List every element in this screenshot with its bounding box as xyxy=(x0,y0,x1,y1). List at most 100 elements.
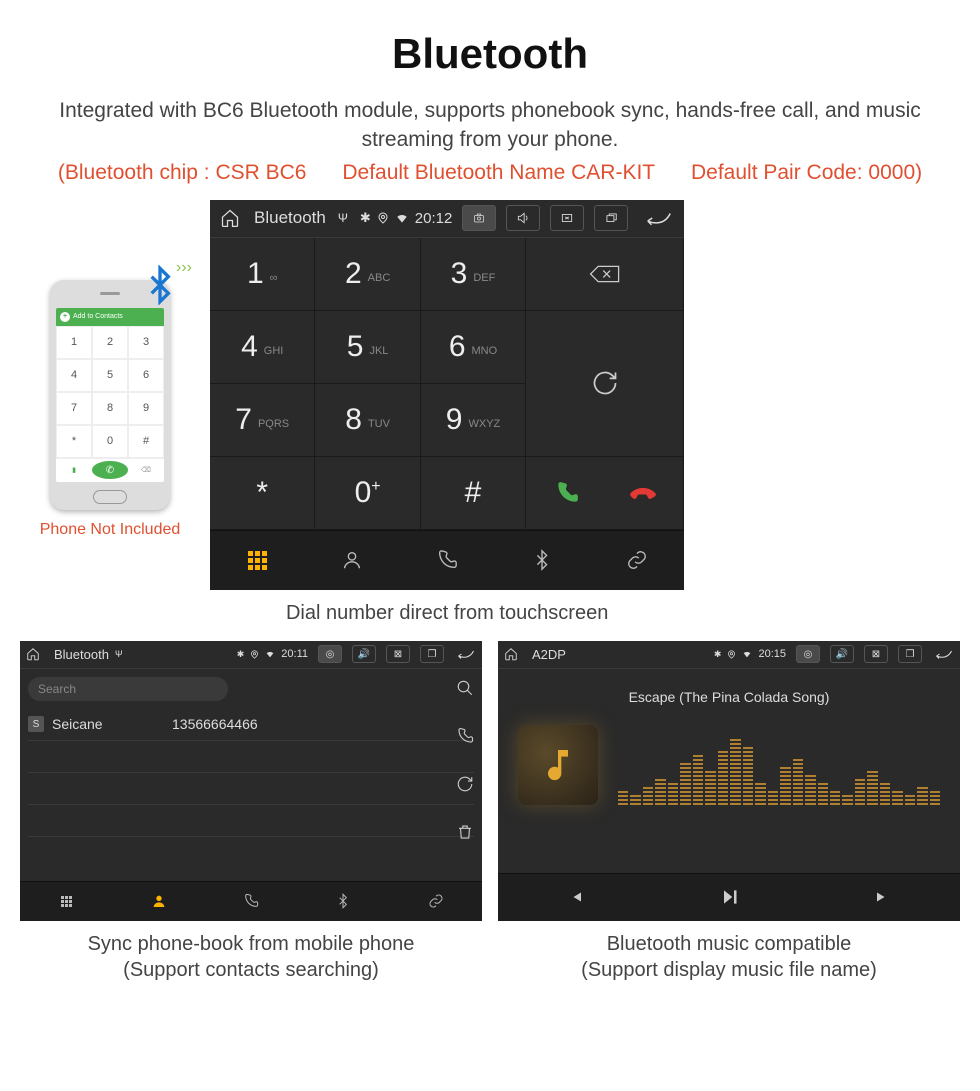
tab-history[interactable] xyxy=(400,531,495,590)
track-title: Escape (The Pina Colada Song) xyxy=(629,689,830,705)
link-icon xyxy=(626,549,648,571)
link-icon xyxy=(428,893,444,909)
screenshot-button[interactable] xyxy=(462,205,496,231)
volume-button[interactable]: 🔊 xyxy=(830,645,854,663)
key-4[interactable]: 4GHI xyxy=(210,311,315,384)
bluetooth-tab-icon xyxy=(531,549,553,571)
tab-history[interactable] xyxy=(205,882,297,921)
key-5[interactable]: 5JKL xyxy=(315,311,420,384)
person-icon xyxy=(341,549,363,571)
search-icon[interactable] xyxy=(456,679,474,697)
usb-icon: Ψ xyxy=(115,649,123,659)
wifi-icon xyxy=(742,649,752,659)
dialpad-icon xyxy=(61,896,72,907)
volume-button[interactable]: 🔊 xyxy=(352,645,376,663)
key-star[interactable]: * xyxy=(210,457,315,530)
phone-mockup: ››› Add to Contacts 123456789*0# ▮✆⌫ Pho… xyxy=(20,260,200,541)
phone-icon xyxy=(243,893,259,909)
specs-line: (Bluetooth chip : CSR BC6 Default Blueto… xyxy=(10,161,970,185)
tab-pair[interactable] xyxy=(390,882,482,921)
a2dp-screen: A2DP ✱ 20:15 ◎ 🔊 ⊠ ❐ Escape (The Pina Co… xyxy=(498,641,960,921)
dialer-caption: Dial number direct from touchscreen xyxy=(210,600,684,626)
tab-bluetooth[interactable] xyxy=(495,531,590,590)
key-6[interactable]: 6MNO xyxy=(421,311,526,384)
tab-pair[interactable] xyxy=(589,531,684,590)
close-button[interactable]: ⊠ xyxy=(864,645,888,663)
equalizer xyxy=(618,725,940,805)
recent-button[interactable]: ❐ xyxy=(420,645,444,663)
tab-contacts[interactable] xyxy=(112,882,204,921)
recent-button[interactable]: ❐ xyxy=(898,645,922,663)
call-button[interactable] xyxy=(554,480,580,506)
redial-button[interactable] xyxy=(526,311,684,457)
gps-icon xyxy=(377,212,389,224)
phonebook-screen: Bluetooth Ψ ✱ 20:11 ◎ 🔊 ⊠ ❐ Search S xyxy=(20,641,482,921)
screenshot-button[interactable]: ◎ xyxy=(796,645,820,663)
page-subtitle: Integrated with BC6 Bluetooth module, su… xyxy=(40,96,940,155)
spec-code: Default Pair Code: 0000) xyxy=(691,161,922,184)
clock: 20:15 xyxy=(758,648,786,660)
recent-button[interactable] xyxy=(594,205,628,231)
bt-status-icon: ✱ xyxy=(360,210,371,226)
call-hangup-row xyxy=(526,457,684,530)
home-icon[interactable] xyxy=(504,647,518,661)
key-3[interactable]: 3DEF xyxy=(421,238,526,311)
volume-button[interactable] xyxy=(506,205,540,231)
add-contacts-bar: Add to Contacts xyxy=(56,308,164,326)
clock: 20:12 xyxy=(415,210,453,227)
hangup-button[interactable] xyxy=(630,480,656,506)
key-0[interactable]: 0+ xyxy=(315,457,420,530)
key-8[interactable]: 8TUV xyxy=(315,384,420,457)
gps-icon xyxy=(727,650,736,659)
bluetooth-tab-icon xyxy=(335,893,351,909)
dialpad-icon xyxy=(248,551,267,570)
contact-name: Seicane xyxy=(52,716,172,732)
search-input[interactable]: Search xyxy=(28,677,228,701)
phonebook-caption: Sync phone-book from mobile phone(Suppor… xyxy=(20,931,482,983)
back-button[interactable] xyxy=(456,648,476,660)
call-icon[interactable] xyxy=(456,727,474,745)
bt-status-icon: ✱ xyxy=(714,649,722,660)
status-bar: Bluetooth Ψ ✱ 20:12 xyxy=(210,200,684,238)
status-title: Bluetooth xyxy=(54,647,109,662)
sync-icon[interactable] xyxy=(456,775,474,793)
key-7[interactable]: 7PQRS xyxy=(210,384,315,457)
close-button[interactable] xyxy=(550,205,584,231)
tab-dialpad[interactable] xyxy=(210,531,305,590)
page-title: Bluetooth xyxy=(10,30,970,78)
home-icon[interactable] xyxy=(220,208,240,228)
play-pause-button[interactable] xyxy=(652,874,806,921)
spec-chip: (Bluetooth chip : CSR BC6 xyxy=(58,161,307,184)
back-button[interactable] xyxy=(644,209,674,227)
contact-number: 13566664466 xyxy=(172,716,258,732)
next-button[interactable] xyxy=(806,874,960,921)
key-hash[interactable]: # xyxy=(421,457,526,530)
key-2[interactable]: 2ABC xyxy=(315,238,420,311)
key-9[interactable]: 9WXYZ xyxy=(421,384,526,457)
wifi-icon xyxy=(395,211,409,225)
phone-icon xyxy=(436,549,458,571)
dialer-screen: Bluetooth Ψ ✱ 20:12 1∞ 2ABC 3DEF xyxy=(210,200,684,590)
tab-bluetooth[interactable] xyxy=(297,882,389,921)
status-title: A2DP xyxy=(532,647,566,662)
home-icon[interactable] xyxy=(26,647,40,661)
clock: 20:11 xyxy=(281,648,308,660)
tab-contacts[interactable] xyxy=(305,531,400,590)
a2dp-caption: Bluetooth music compatible(Support displ… xyxy=(498,931,960,983)
contact-row[interactable]: S Seicane 13566664466 xyxy=(28,709,474,741)
key-1[interactable]: 1∞ xyxy=(210,238,315,311)
delete-icon[interactable] xyxy=(456,823,474,841)
bt-status-icon: ✱ xyxy=(237,649,245,660)
tab-dialpad[interactable] xyxy=(20,882,112,921)
empty-row xyxy=(28,741,474,773)
bluetooth-icon: ››› xyxy=(140,265,180,305)
backspace-button[interactable] xyxy=(526,238,684,311)
empty-row xyxy=(28,805,474,837)
prev-button[interactable] xyxy=(498,874,652,921)
close-button[interactable]: ⊠ xyxy=(386,645,410,663)
empty-row xyxy=(28,773,474,805)
back-button[interactable] xyxy=(934,648,954,660)
album-art xyxy=(518,725,598,805)
spec-name: Default Bluetooth Name CAR-KIT xyxy=(342,161,655,184)
screenshot-button[interactable]: ◎ xyxy=(318,645,342,663)
